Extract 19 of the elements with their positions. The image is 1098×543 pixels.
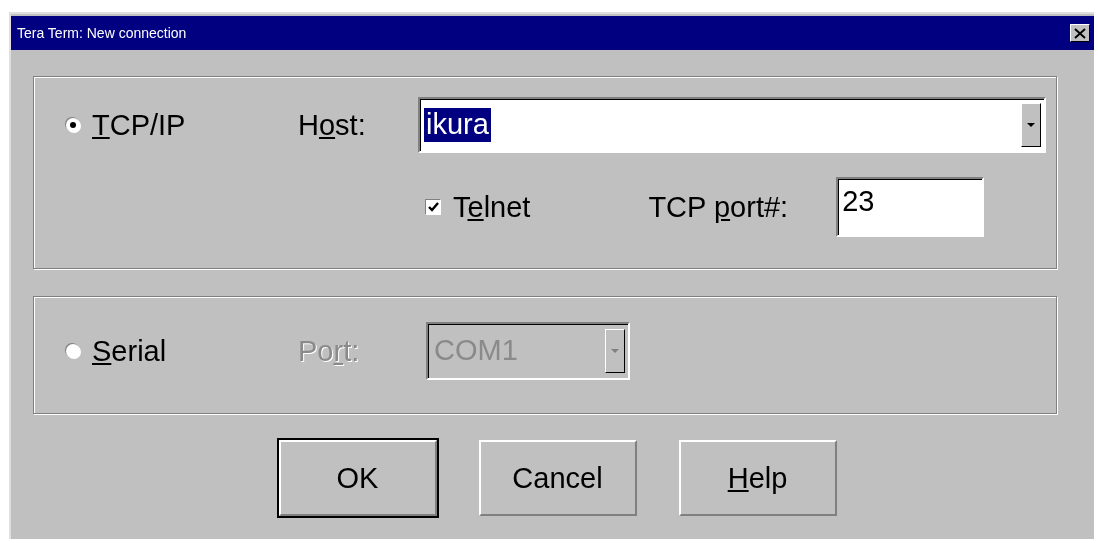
window-title: Tera Term: New connection <box>17 25 187 41</box>
close-icon <box>1074 27 1086 39</box>
host-combo-box[interactable]: ikura <box>418 97 1046 153</box>
dialog-button[interactable]: Help <box>678 440 837 516</box>
telnet-checkbox[interactable]: Telnet <box>425 190 531 224</box>
port-label: Port: <box>298 334 361 368</box>
caret-icon <box>1026 122 1036 128</box>
tcp-port-field[interactable]: 23 <box>836 177 985 237</box>
dialog-button[interactable]: Cancel <box>478 440 637 516</box>
close-button[interactable] <box>1070 24 1090 42</box>
tcp-port-label: TCP port#: <box>648 190 789 224</box>
check-icon <box>427 202 439 212</box>
dropdown-button[interactable] <box>1021 103 1041 147</box>
caret-icon <box>610 348 620 354</box>
dropdown-button[interactable] <box>605 329 625 373</box>
radio-button[interactable]: Serial <box>66 334 298 368</box>
dialog-button[interactable]: OK <box>278 440 437 516</box>
radio-button[interactable]: TCP/IP <box>66 108 298 142</box>
host-label: Host: <box>298 108 367 142</box>
